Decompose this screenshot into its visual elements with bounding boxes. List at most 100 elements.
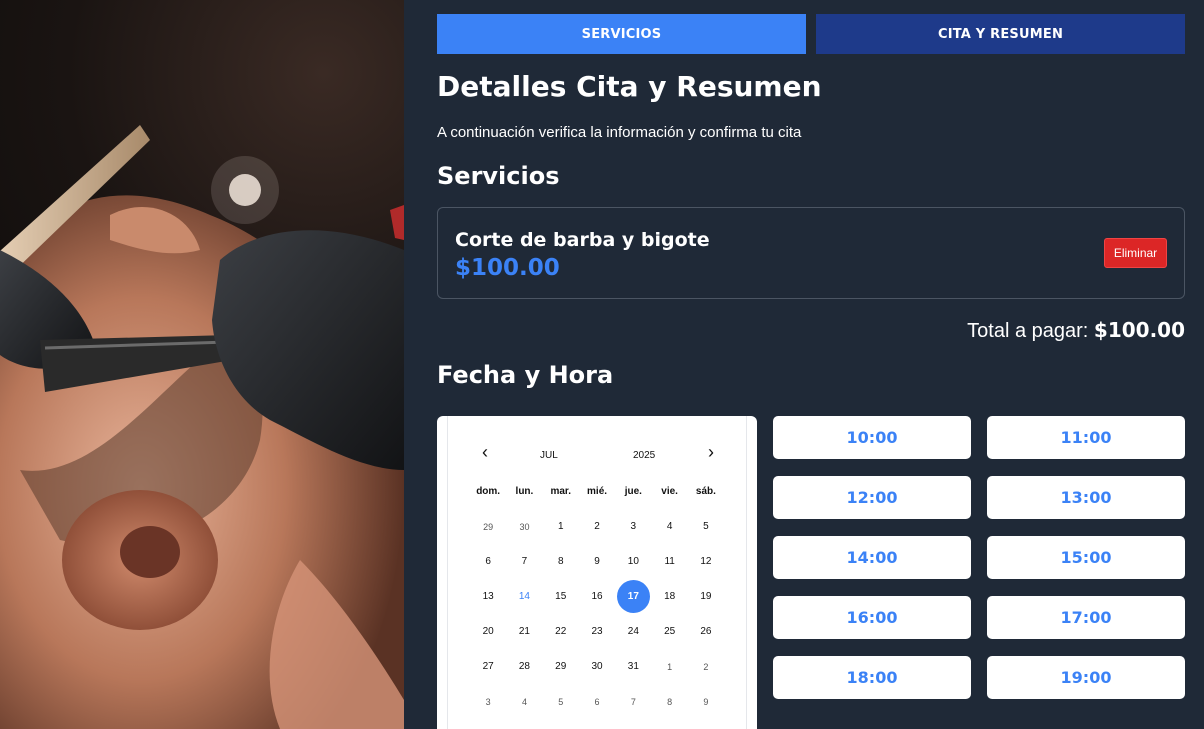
calendar-day[interactable]: 28: [506, 649, 542, 684]
time-slot-button[interactable]: 12:00: [773, 476, 971, 519]
calendar-day[interactable]: 29: [543, 649, 579, 684]
calendar-day-number: 5: [703, 521, 709, 532]
time-slot-button[interactable]: 15:00: [987, 536, 1185, 579]
calendar-day[interactable]: 15: [543, 579, 579, 614]
step-tabs: SERVICIOS CITA Y RESUMEN: [437, 14, 1185, 54]
calendar-day-number: 6: [485, 556, 491, 567]
service-card: Corte de barba y bigote $100.00 Eliminar: [437, 207, 1185, 299]
time-slot-button[interactable]: 17:00: [987, 596, 1185, 639]
calendar-day[interactable]: 23: [579, 614, 615, 649]
calendar-day-number: 8: [667, 696, 673, 707]
calendar-day-number: 28: [518, 661, 530, 672]
weekday-label: mar.: [550, 486, 572, 497]
calendar-day[interactable]: 9: [688, 684, 724, 719]
time-slot-button[interactable]: 19:00: [987, 656, 1185, 699]
weekday-label: vie.: [661, 486, 678, 497]
calendar-day[interactable]: 4: [506, 684, 542, 719]
calendar-day-number: 17: [616, 580, 650, 613]
prev-month-icon[interactable]: ‹: [475, 442, 495, 463]
calendar-day[interactable]: 30: [579, 649, 615, 684]
tab-cita-y-resumen[interactable]: CITA Y RESUMEN: [816, 14, 1185, 54]
barber-shaving-image: [0, 125, 404, 729]
calendar-day-number: 2: [703, 661, 709, 672]
calendar-day[interactable]: 1: [543, 509, 579, 544]
calendar-day-number: 9: [703, 696, 709, 707]
calendar-day[interactable]: 14: [506, 579, 542, 614]
calendar-day-number: 3: [485, 696, 491, 707]
calendar-day[interactable]: 7: [615, 684, 651, 719]
calendar-day[interactable]: 2: [688, 649, 724, 684]
calendar-day-number: 21: [518, 626, 530, 637]
calendar-day[interactable]: 5: [688, 509, 724, 544]
time-slot-button[interactable]: 14:00: [773, 536, 971, 579]
calendar-day-number: 23: [591, 626, 603, 637]
calendar-day-number: 13: [482, 591, 494, 602]
calendar-day[interactable]: 13: [470, 579, 506, 614]
calendar-day[interactable]: 3: [615, 509, 651, 544]
calendar-day[interactable]: 7: [506, 544, 542, 579]
time-slots: 10:00 11:00 12:00 13:00 14:00 15:00 16:00 17:00…: [773, 416, 1185, 699]
calendar-day[interactable]: 4: [651, 509, 687, 544]
calendar-day[interactable]: 10: [615, 544, 651, 579]
calendar-day[interactable]: 2: [579, 509, 615, 544]
calendar-day[interactable]: 5: [543, 684, 579, 719]
calendar-day[interactable]: 25: [651, 614, 687, 649]
calendar-day[interactable]: 3: [470, 684, 506, 719]
calendar-day-number: 18: [664, 591, 676, 602]
calendar-day[interactable]: 6: [470, 544, 506, 579]
calendar-day[interactable]: 16: [579, 579, 615, 614]
calendar-day-number: 10: [627, 556, 639, 567]
calendar-day-number: 20: [482, 626, 494, 637]
calendar-day-number: 29: [483, 521, 494, 532]
time-slot-button[interactable]: 18:00: [773, 656, 971, 699]
calendar-day[interactable]: 18: [651, 579, 687, 614]
calendar-grid: dom. lun. mar. mié. jue. vie. sáb. 29 30 1…: [470, 474, 724, 719]
calendar-day[interactable]: 19: [688, 579, 724, 614]
calendar-day-number: 30: [519, 521, 530, 532]
summary-panel: SERVICIOS CITA Y RESUMEN Detalles Cita y…: [404, 0, 1204, 729]
time-slot-button[interactable]: 16:00: [773, 596, 971, 639]
calendar-day-number: 2: [594, 521, 600, 532]
calendar-day[interactable]: 27: [470, 649, 506, 684]
calendar-day[interactable]: 12: [688, 544, 724, 579]
calendar-day[interactable]: 24: [615, 614, 651, 649]
barber-photo: [0, 0, 404, 729]
calendar-day-selected[interactable]: 17: [615, 579, 651, 614]
calendar-day-number: 3: [630, 521, 637, 532]
calendar-day-number: 6: [594, 696, 600, 707]
calendar-day-number: 7: [630, 696, 636, 707]
total-label: Total a pagar:: [967, 320, 1089, 342]
page-title: Detalles Cita y Resumen: [437, 70, 822, 103]
calendar-day[interactable]: 22: [543, 614, 579, 649]
services-heading: Servicios: [437, 162, 560, 190]
calendar-year[interactable]: 2025: [633, 450, 655, 461]
tab-servicios[interactable]: SERVICIOS: [437, 14, 806, 54]
calendar-day[interactable]: 1: [651, 649, 687, 684]
time-slot-button[interactable]: 10:00: [773, 416, 971, 459]
calendar-day[interactable]: 9: [579, 544, 615, 579]
calendar-month[interactable]: JUL: [540, 450, 558, 461]
calendar-day[interactable]: 29: [470, 509, 506, 544]
calendar-day[interactable]: 26: [688, 614, 724, 649]
calendar-day-number: 9: [594, 556, 600, 567]
time-slot-button[interactable]: 13:00: [987, 476, 1185, 519]
calendar-day-number: 11: [664, 556, 675, 567]
calendar-day-number: 1: [667, 661, 673, 672]
page-subtitle: A continuación verifica la información y…: [437, 124, 802, 141]
calendar-day-number: 30: [591, 661, 603, 672]
calendar-day-number: 31: [627, 661, 639, 672]
calendar-day-number: 22: [555, 626, 567, 637]
calendar-day-number: 15: [555, 591, 567, 602]
calendar-day[interactable]: 8: [651, 684, 687, 719]
calendar-day[interactable]: 6: [579, 684, 615, 719]
calendar-day[interactable]: 20: [470, 614, 506, 649]
calendar-day[interactable]: 31: [615, 649, 651, 684]
calendar-day[interactable]: 30: [506, 509, 542, 544]
next-month-icon[interactable]: ›: [701, 442, 721, 463]
calendar-day[interactable]: 8: [543, 544, 579, 579]
calendar-day[interactable]: 11: [651, 544, 687, 579]
remove-service-button[interactable]: Eliminar: [1104, 238, 1167, 268]
time-slot-button[interactable]: 11:00: [987, 416, 1185, 459]
calendar-day-number: 8: [557, 556, 564, 567]
calendar-day[interactable]: 21: [506, 614, 542, 649]
